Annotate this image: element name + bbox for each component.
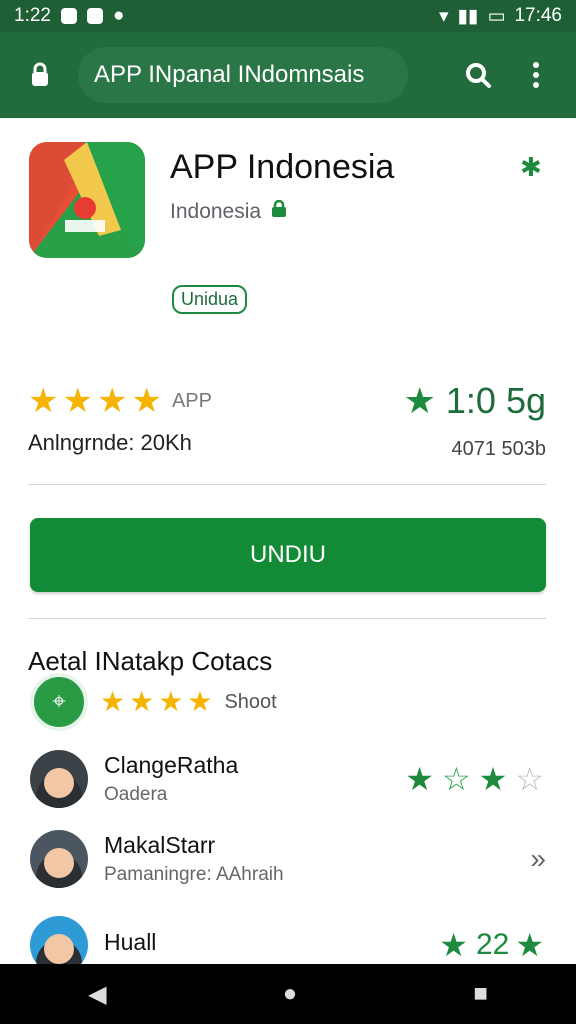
developer-row[interactable]: Indonesia [170,199,287,224]
review-row[interactable]: ClangeRatha Oadera ★ ☆ ★ ☆ [30,742,546,816]
battery-icon: ▭ [487,5,506,27]
app-logo-icon [29,142,145,258]
unidua-badge[interactable]: Unidua [172,285,248,314]
summary-text: Shoot [224,690,277,713]
undiu-button[interactable]: UNDIU [30,518,546,592]
review-sub: Pamaningre: AAhraih [104,864,284,885]
review-name: ClangeRatha [104,752,239,778]
divider [28,618,546,619]
status-bar: 1:22 ● ▾ ▮▮ ▭ 17:46 [0,0,576,32]
review-score: 22 [475,928,510,961]
app-detail-card: APP Indonesia Indonesia ✱ Unidua ★ ★ ★ ★… [0,118,576,974]
status-notification-icon [60,8,77,24]
undiu-button-label: UNDIU [250,541,326,568]
star-full-icon: ★ [405,761,436,797]
review-text: ClangeRatha Oadera [104,752,238,806]
search-button[interactable] [454,51,502,99]
review-rating: ★ ☆ ★ ☆ [405,760,546,798]
status-time-left: 1:22 [14,5,51,26]
url-text: APP INpanal INdomnsais [94,61,365,88]
star-full-icon: ★ [439,927,470,963]
review-more[interactable]: » [530,843,546,875]
star-half-icon: ★ [515,927,546,963]
app-title: APP Indonesia [170,148,395,186]
rating-value: 1:0 5g [445,380,546,421]
star-full-icon: ★ [158,686,184,717]
rating-right: ★ 1:0 5g [404,380,546,422]
rating-count: 4071 503b [451,438,546,460]
review-rating: ★ 22 ★ [439,926,546,964]
star-empty-icon: ☆ [515,761,546,797]
more-options-button[interactable] [512,51,560,99]
status-media-icon [86,8,103,24]
avatar [30,750,88,808]
verified-lock-icon [271,199,287,224]
review-row[interactable]: MakalStarr Pamaningre: AAhraih » [30,822,546,896]
review-name: MakalStarr [104,832,216,858]
signal-icon: ▮▮ [457,5,479,27]
star-half-icon: ★ [131,382,162,420]
star-full-icon: ★ [62,382,93,420]
lock-icon[interactable] [16,51,64,99]
review-text: Huall [104,929,156,961]
divider [28,484,546,485]
star-full-icon: ★ [129,686,155,717]
review-name: Huall [104,929,157,955]
map-pin-icon: ⌖ [30,673,88,731]
star-half-icon: ★ [187,686,213,717]
wifi-icon: ▾ [439,5,449,27]
star-full-icon: ★ [96,382,128,420]
recents-button[interactable]: ■ [473,980,488,1008]
status-location-icon: ● [112,5,125,26]
rating-left: ★ ★ ★ ★ APP [28,384,212,418]
developer-name: Indonesia [170,200,262,223]
app-bar: APP INpanal INdomnsais [0,32,576,118]
avatar [30,830,88,888]
review-sub: Oadera [104,784,168,805]
installs-text: Anlngrnde: 20Kh [28,430,192,455]
home-button[interactable]: ● [283,980,298,1008]
back-button[interactable]: ◀ [88,980,106,1009]
status-time-right: 17:46 [514,5,562,26]
rating-small-text: APP [171,389,212,412]
android-nav-bar: ◀ ● ■ [0,964,576,1024]
summary-stars: ★ ★ ★ ★ [100,688,212,716]
star-full-icon: ★ [28,382,59,420]
star-full-icon: ★ [478,761,510,797]
url-bar[interactable]: APP INpanal INdomnsais [78,47,408,103]
star-full-icon: ★ [100,686,126,717]
star-empty-icon: ☆ [441,761,473,797]
review-text: MakalStarr Pamaningre: AAhraih [104,832,284,886]
double-chevron-icon: » [530,843,546,874]
rating-star-icon: ★ [403,380,436,421]
section-summary: ⌖ ★ ★ ★ ★ Shoot [30,673,277,731]
rating-stars: ★ ★ ★ ★ [28,384,162,418]
settings-gear-icon[interactable]: ✱ [520,152,542,183]
